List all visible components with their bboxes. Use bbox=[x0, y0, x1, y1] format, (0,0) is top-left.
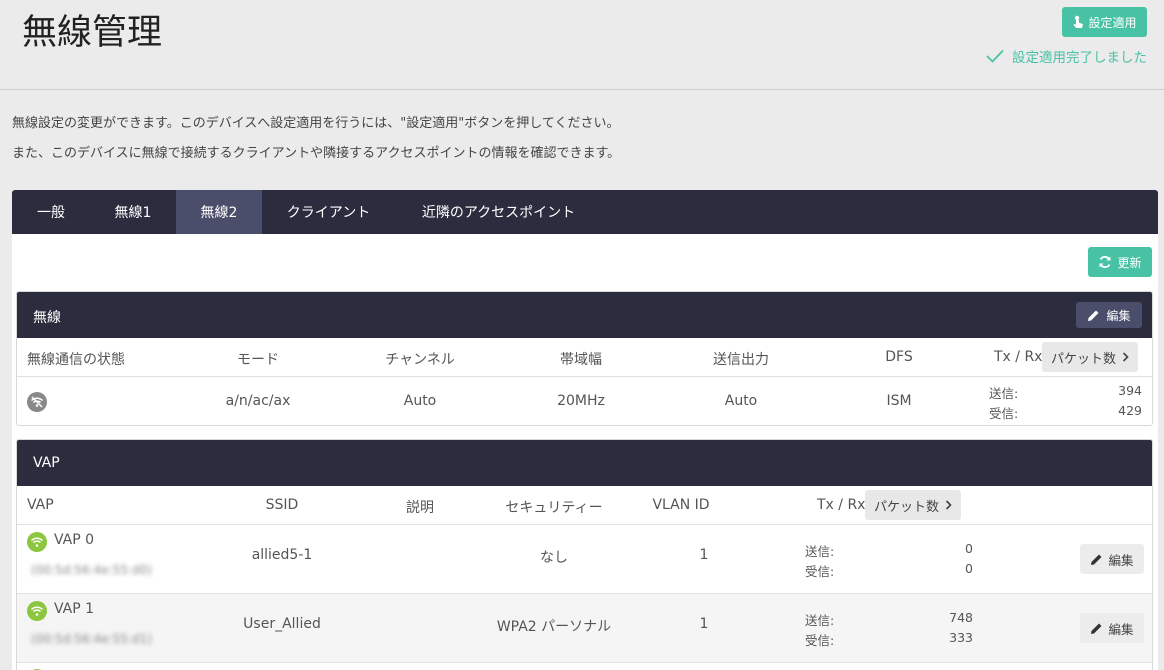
col-bandwidth: 帯域幅 bbox=[560, 352, 602, 368]
vap-mac: (00:5d:56:4e:55:d1) bbox=[31, 632, 152, 646]
refresh-label: 更新 bbox=[1117, 255, 1142, 270]
description-line-1: 無線設定の変更ができます。このデバイスへ設定適用を行うには、"設定適用"ボタンを… bbox=[12, 116, 620, 131]
radio-table-header: 無線通信の状態 モード チャンネル 帯域幅 送信出力 DFS Tx / Rx パ… bbox=[17, 338, 1152, 377]
apply-status: 設定適用完了しました bbox=[986, 46, 1147, 66]
apply-settings-button[interactable]: 設定適用 bbox=[1062, 7, 1147, 37]
col-security: セキュリティー bbox=[505, 500, 603, 516]
tab-bar: 一般 無線1 無線2 クライアント 近隣のアクセスポイント bbox=[12, 190, 1158, 234]
description-line-2: また、このデバイスに無線で接続するクライアントや隣接するアクセスポイントの情報を… bbox=[12, 146, 621, 161]
vap-tx-value: 748 bbox=[949, 610, 973, 625]
radio-edit-button[interactable]: 編集 bbox=[1076, 302, 1142, 328]
packet-count-label: パケット数 bbox=[1050, 351, 1116, 367]
wifi-on-icon bbox=[27, 601, 47, 621]
radio-dfs: ISM bbox=[886, 393, 912, 409]
col-description: 説明 bbox=[406, 500, 434, 516]
radio-row: a/n/ac/ax Auto 20MHz Auto ISM 送信: 394 受信… bbox=[17, 377, 1152, 425]
radio-channel: Auto bbox=[403, 393, 437, 409]
radio-tx-value: 394 bbox=[1118, 383, 1142, 398]
vap-security: なし bbox=[540, 550, 568, 566]
tab-radio2[interactable]: 無線2 bbox=[176, 190, 262, 234]
refresh-button[interactable]: 更新 bbox=[1088, 247, 1152, 277]
wireless-card: 一般 無線1 無線2 クライアント 近隣のアクセスポイント 更新 無線 編集 無… bbox=[12, 190, 1158, 670]
vap-name: VAP 0 bbox=[54, 532, 95, 548]
col-ssid: SSID bbox=[265, 497, 299, 513]
pencil-icon bbox=[1091, 554, 1102, 565]
page-header: 無線管理 設定適用 設定適用完了しました bbox=[0, 0, 1164, 90]
radio-panel-header: 無線 編集 bbox=[17, 292, 1152, 338]
radio-tx-label: 送信: bbox=[989, 386, 1019, 401]
pencil-icon bbox=[1088, 310, 1099, 321]
vap-tx-value: 0 bbox=[965, 541, 973, 556]
tab-general[interactable]: 一般 bbox=[12, 190, 90, 234]
vap-security: WPA2 パーソナル bbox=[496, 619, 612, 635]
vap-ssid: User_Allied bbox=[243, 616, 321, 632]
vap-name: VAP 1 bbox=[54, 601, 95, 617]
radio-edit-label: 編集 bbox=[1106, 308, 1131, 323]
refresh-icon bbox=[1099, 256, 1111, 268]
pencil-icon bbox=[1091, 623, 1102, 634]
vap-ssid: allied5-1 bbox=[251, 547, 313, 563]
chevron-right-icon bbox=[945, 500, 952, 510]
vap-vlan: 1 bbox=[699, 547, 709, 563]
wifi-off-icon bbox=[27, 392, 47, 412]
check-icon bbox=[986, 49, 1004, 63]
tab-clients[interactable]: クライアント bbox=[262, 190, 395, 234]
tab-radio1[interactable]: 無線1 bbox=[90, 190, 176, 234]
col-vap: VAP bbox=[27, 497, 54, 513]
vap-panel: VAP VAP SSID 説明 セキュリティー VLAN ID Tx / Rx … bbox=[16, 439, 1153, 670]
radio-rx-value: 429 bbox=[1118, 403, 1142, 418]
vap-rx-label: 受信: bbox=[805, 564, 835, 579]
vap-edit-label: 編集 bbox=[1108, 621, 1134, 637]
radio-panel: 無線 編集 無線通信の状態 モード チャンネル 帯域幅 送信出力 DFS Tx … bbox=[16, 291, 1153, 426]
col-power: 送信出力 bbox=[713, 352, 769, 368]
vap-rx-value: 0 bbox=[965, 561, 973, 576]
vap-rx-label: 受信: bbox=[805, 633, 835, 648]
vap-row: VAP 1 (00:5d:56:4e:55:d1) User_Allied WP… bbox=[17, 594, 1152, 663]
tab-neighbor-aps[interactable]: 近隣のアクセスポイント bbox=[395, 190, 602, 234]
vap-panel-title: VAP bbox=[33, 455, 60, 471]
radio-packet-count-button[interactable]: パケット数 bbox=[1042, 342, 1138, 372]
col-status: 無線通信の状態 bbox=[27, 352, 125, 368]
vap-row-partial bbox=[17, 663, 1152, 670]
radio-rx-label: 受信: bbox=[989, 406, 1019, 421]
vap-edit-label: 編集 bbox=[1108, 552, 1134, 568]
radio-panel-title: 無線 bbox=[33, 310, 61, 326]
vap-tx-label: 送信: bbox=[805, 613, 835, 628]
col-vap-txrx: Tx / Rx bbox=[817, 497, 866, 513]
apply-settings-label: 設定適用 bbox=[1088, 15, 1137, 30]
page-title: 無線管理 bbox=[22, 13, 163, 53]
chevron-right-icon bbox=[1122, 352, 1129, 362]
radio-power: Auto bbox=[724, 393, 758, 409]
touch-icon bbox=[1073, 15, 1084, 28]
vap-vlan: 1 bbox=[699, 616, 709, 632]
vap-row: VAP 0 (00:5d:56:4e:55:d0) allied5-1 なし 1… bbox=[17, 525, 1152, 594]
col-vlan: VLAN ID bbox=[652, 497, 710, 513]
vap-mac: (00:5d:56:4e:55:d0) bbox=[31, 563, 152, 577]
vap-tx-label: 送信: bbox=[805, 544, 835, 559]
vap-panel-header: VAP bbox=[17, 440, 1152, 486]
vap-packet-count-label: パケット数 bbox=[873, 499, 939, 515]
radio-bandwidth: 20MHz bbox=[557, 393, 605, 409]
vap-rx-value: 333 bbox=[949, 630, 973, 645]
col-dfs: DFS bbox=[885, 349, 913, 365]
vap-packet-count-button[interactable]: パケット数 bbox=[865, 490, 961, 520]
col-channel: チャンネル bbox=[385, 352, 455, 368]
vap-edit-button[interactable]: 編集 bbox=[1080, 613, 1144, 643]
vap-edit-button[interactable]: 編集 bbox=[1080, 544, 1144, 574]
col-mode: モード bbox=[237, 352, 279, 368]
radio-mode: a/n/ac/ax bbox=[225, 393, 291, 409]
vap-table-header: VAP SSID 説明 セキュリティー VLAN ID Tx / Rx パケット… bbox=[17, 486, 1152, 525]
col-txrx: Tx / Rx bbox=[994, 349, 1043, 365]
apply-status-text: 設定適用完了しました bbox=[1012, 50, 1147, 66]
wifi-on-icon bbox=[27, 532, 47, 552]
